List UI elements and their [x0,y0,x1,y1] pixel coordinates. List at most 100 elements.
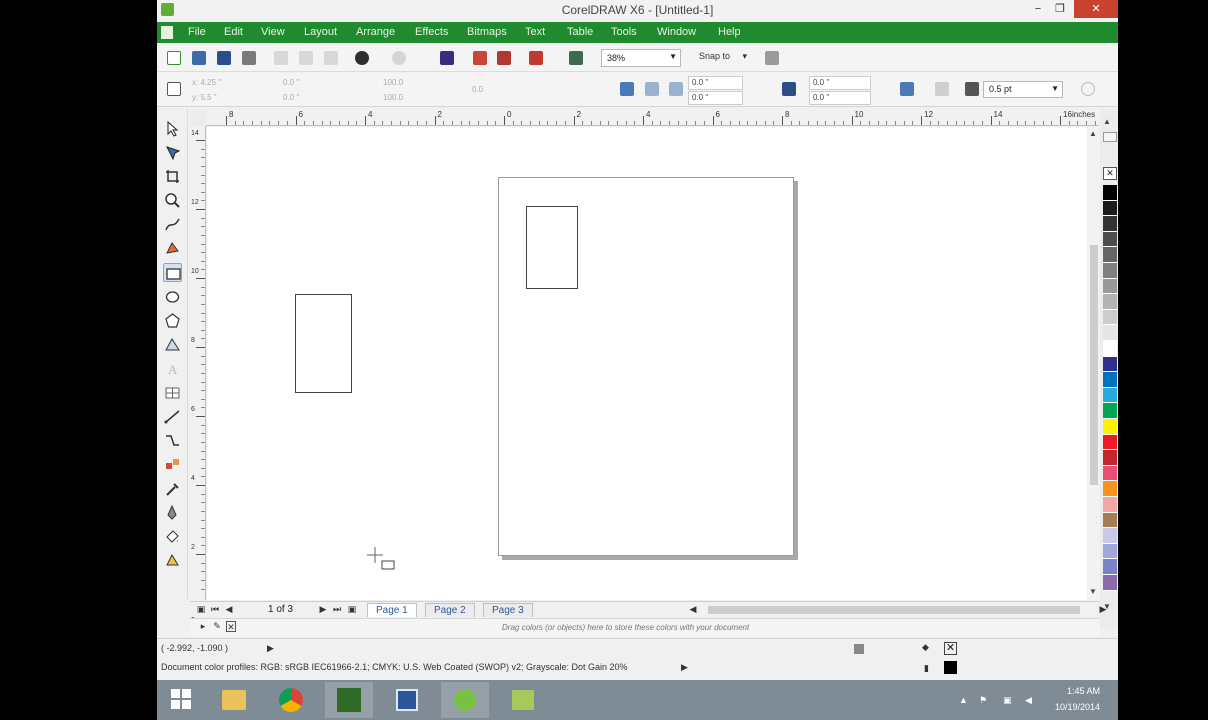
close-button[interactable]: ✕ [1074,0,1118,18]
color-swatch[interactable] [1103,356,1117,373]
vertical-ruler[interactable]: 14121086420 [190,126,206,624]
outline-color-swatch[interactable] [944,661,957,674]
color-swatch[interactable] [1103,403,1117,419]
document-page[interactable] [498,177,794,556]
menu-tools[interactable]: Tools [611,26,637,38]
color-swatch[interactable] [1103,497,1117,513]
first-page-icon[interactable]: ⏮ [210,604,220,615]
corner-radius-bottom-right[interactable]: 0.0 " [809,91,871,105]
shape-tool-icon[interactable] [163,143,182,162]
color-swatch[interactable] [1103,543,1117,560]
menu-text[interactable]: Text [525,26,545,38]
horizontal-scroll-thumb[interactable] [708,606,1080,614]
menu-effects[interactable]: Effects [415,26,448,38]
welcome-screen-icon[interactable] [569,51,583,65]
palette-scroll-up-icon[interactable]: ▲ [1103,117,1111,126]
color-swatch[interactable] [1103,512,1117,529]
search-content-icon[interactable] [440,51,454,65]
pick-tool-icon[interactable] [163,119,182,138]
scroll-up-icon[interactable]: ▲ [1089,129,1097,138]
menu-file[interactable]: File [188,26,206,38]
no-fill-swatch-icon[interactable]: ✕ [944,642,957,655]
open-icon[interactable] [192,51,206,65]
color-swatch[interactable] [1103,419,1117,435]
print-icon[interactable] [242,51,256,65]
previous-page-icon[interactable]: ◀ [224,604,234,615]
table-tool-icon[interactable] [163,383,182,402]
volume-icon[interactable]: ◀ [1025,695,1037,705]
corner-radius-bottom-left[interactable]: 0.0 " [688,91,743,105]
color-swatch[interactable] [1103,387,1117,404]
convert-to-curves-icon[interactable] [1081,82,1095,96]
corner-radius-top-right[interactable]: 0.0 " [809,76,871,90]
outline-width-select[interactable]: 0.5 pt ▼ [983,81,1063,98]
taskbar-file-explorer[interactable] [209,682,257,718]
rotation-angle[interactable]: 0.0 [472,85,483,94]
color-swatch[interactable] [1103,575,1117,591]
new-document-icon[interactable] [167,51,181,65]
scroll-right-icon[interactable]: ▶ [1098,604,1108,615]
horizontal-ruler[interactable]: 8 6 4 2 0 2 4 6 8 10 12 14 16 inches [206,109,1114,126]
dimension-tool-icon[interactable] [163,407,182,426]
color-swatch[interactable] [1103,341,1117,357]
tab-page-1[interactable]: Page 1 [367,603,417,617]
color-swatch[interactable] [1103,450,1117,466]
rectangle-desktop[interactable] [295,294,352,393]
color-swatch[interactable] [1103,263,1117,279]
lock-ratio-icon[interactable] [782,82,796,96]
color-swatch[interactable] [1103,216,1117,232]
scale-y[interactable]: 100.0 [383,93,403,102]
y-position[interactable]: y: 5.5 " [192,93,217,102]
palette-flyout-icon[interactable] [1103,132,1117,142]
blend-tool-icon[interactable] [163,455,182,474]
scale-x[interactable]: 100.0 [383,78,403,87]
minimize-button[interactable]: − [1027,0,1049,18]
object-height[interactable]: 0.0 " [283,93,299,102]
color-swatch[interactable] [1103,528,1117,544]
snap-to-button[interactable]: Snap to ▾ [699,51,747,62]
color-swatch[interactable] [1103,372,1117,388]
color-swatch[interactable] [1103,309,1117,326]
next-page-icon[interactable]: ▶ [318,604,328,615]
color-swatch[interactable] [1103,559,1117,575]
menu-help[interactable]: Help [718,26,741,38]
undo-icon[interactable] [355,51,369,65]
horizontal-scrollbar[interactable] [700,605,1095,615]
polygon-tool-icon[interactable] [163,311,182,330]
color-profiles-info[interactable]: Document color profiles: RGB: sRGB IEC61… [161,662,628,672]
menu-window[interactable]: Window [657,26,696,38]
import-icon[interactable] [473,51,487,65]
network-icon[interactable]: ▣ [1003,695,1015,705]
relative-corner-scaling-icon[interactable] [900,82,914,96]
restore-button[interactable]: ❐ [1049,0,1071,18]
corner-radius-top-left[interactable]: 0.0 " [688,76,743,90]
scroll-down-icon[interactable]: ▼ [1089,587,1097,596]
rectangle-tool-icon[interactable] [163,263,182,282]
start-button[interactable] [157,682,205,718]
fill-tool-icon[interactable] [163,527,182,546]
eyedropper-icon[interactable]: ✎ [212,621,222,632]
menu-arrange[interactable]: Arrange [356,26,395,38]
copy-icon[interactable] [299,51,313,65]
menu-bitmaps[interactable]: Bitmaps [467,26,507,38]
document-palette[interactable]: ▸ ✎ ✕ Drag colors (or objects) here to s… [190,618,1100,636]
no-color-icon[interactable]: ✕ [226,621,236,632]
color-swatch[interactable] [1103,200,1117,217]
connector-tool-icon[interactable] [163,431,182,450]
color-swatch[interactable] [1103,434,1117,451]
wrap-text-icon[interactable] [935,82,949,96]
taskbar-chrome[interactable] [267,682,315,718]
color-swatch[interactable] [1103,465,1117,482]
status-arrow-icon[interactable]: ▶ [681,662,688,673]
rectangle-on-page[interactable] [526,206,578,289]
scroll-left-icon[interactable]: ◀ [688,604,698,615]
status-arrow-icon[interactable]: ▶ [267,643,274,654]
ruler-origin[interactable] [190,109,206,126]
document-menu-icon[interactable] [161,26,173,39]
menu-edit[interactable]: Edit [224,26,243,38]
redo-icon[interactable] [392,51,406,65]
color-swatch[interactable] [1103,231,1117,248]
basic-shapes-tool-icon[interactable] [163,335,182,354]
color-swatch[interactable] [1103,481,1117,497]
interactive-fill-tool-icon[interactable] [163,551,182,570]
